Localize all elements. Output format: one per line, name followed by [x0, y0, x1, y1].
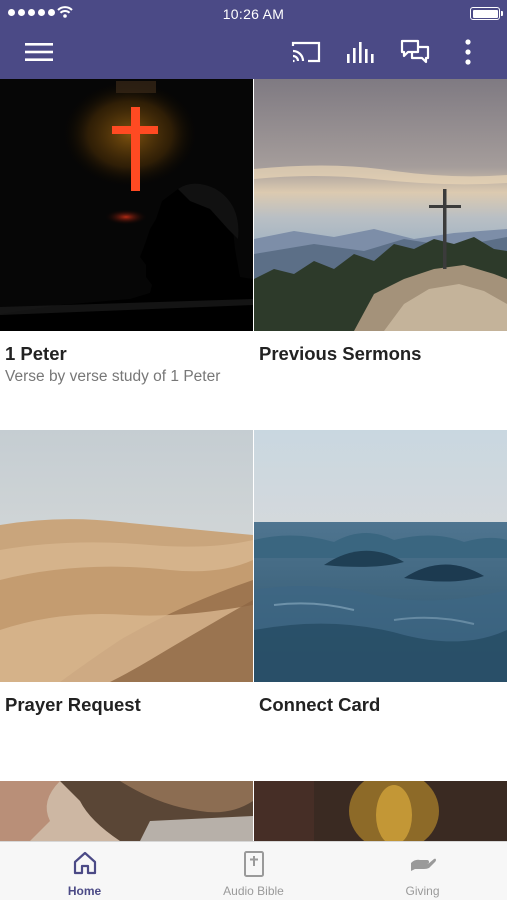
tile-title: Connect Card: [259, 694, 381, 715]
tile-previous-sermons[interactable]: Previous Sermons: [254, 79, 507, 364]
tile-image-desert-dunes: [0, 430, 253, 682]
tab-audio-bible[interactable]: Audio Bible: [169, 842, 338, 900]
tile-subtitle: Verse by verse study of 1 Peter: [5, 368, 221, 385]
app-header: 10:26 AM: [0, 0, 507, 79]
audio-bars-icon[interactable]: [345, 36, 377, 68]
tile-title: Prayer Request: [5, 694, 141, 715]
giving-hand-icon: [338, 850, 507, 878]
hamburger-icon[interactable]: [23, 36, 55, 68]
bottom-tab-bar: Home Audio Bible Giving: [0, 841, 507, 900]
more-vertical-icon[interactable]: [452, 36, 484, 68]
bible-icon: [169, 850, 338, 878]
tile-partial-left[interactable]: [0, 781, 253, 841]
tab-label: Home: [67, 884, 102, 898]
tile-image-mountain-cross: [254, 79, 507, 331]
tile-image-partial-hands: [0, 781, 253, 841]
chat-icon[interactable]: [399, 36, 431, 68]
status-time: 10:26 AM: [222, 6, 285, 22]
tile-image-partial-candle: [254, 781, 507, 841]
tile-title: 1 Peter: [5, 343, 67, 364]
tile-image-ocean-waves: [254, 430, 507, 682]
home-icon: [0, 850, 169, 878]
tile-connect-card[interactable]: Connect Card: [254, 430, 507, 715]
battery-icon: [470, 7, 503, 20]
cast-icon[interactable]: [290, 36, 322, 68]
tab-label: Audio Bible: [223, 884, 284, 898]
tab-home[interactable]: Home: [0, 842, 169, 900]
tile-prayer-request[interactable]: Prayer Request: [0, 430, 253, 715]
tile-partial-right[interactable]: [254, 781, 507, 841]
tile-1-peter[interactable]: 1 Peter Verse by verse study of 1 Peter: [0, 79, 253, 385]
tile-image-cross-silhouette: [0, 79, 253, 331]
tab-label: Giving: [405, 884, 440, 898]
tile-title: Previous Sermons: [259, 343, 422, 364]
status-bar: 10:26 AM: [0, 0, 507, 28]
tab-giving[interactable]: Giving: [338, 842, 507, 900]
